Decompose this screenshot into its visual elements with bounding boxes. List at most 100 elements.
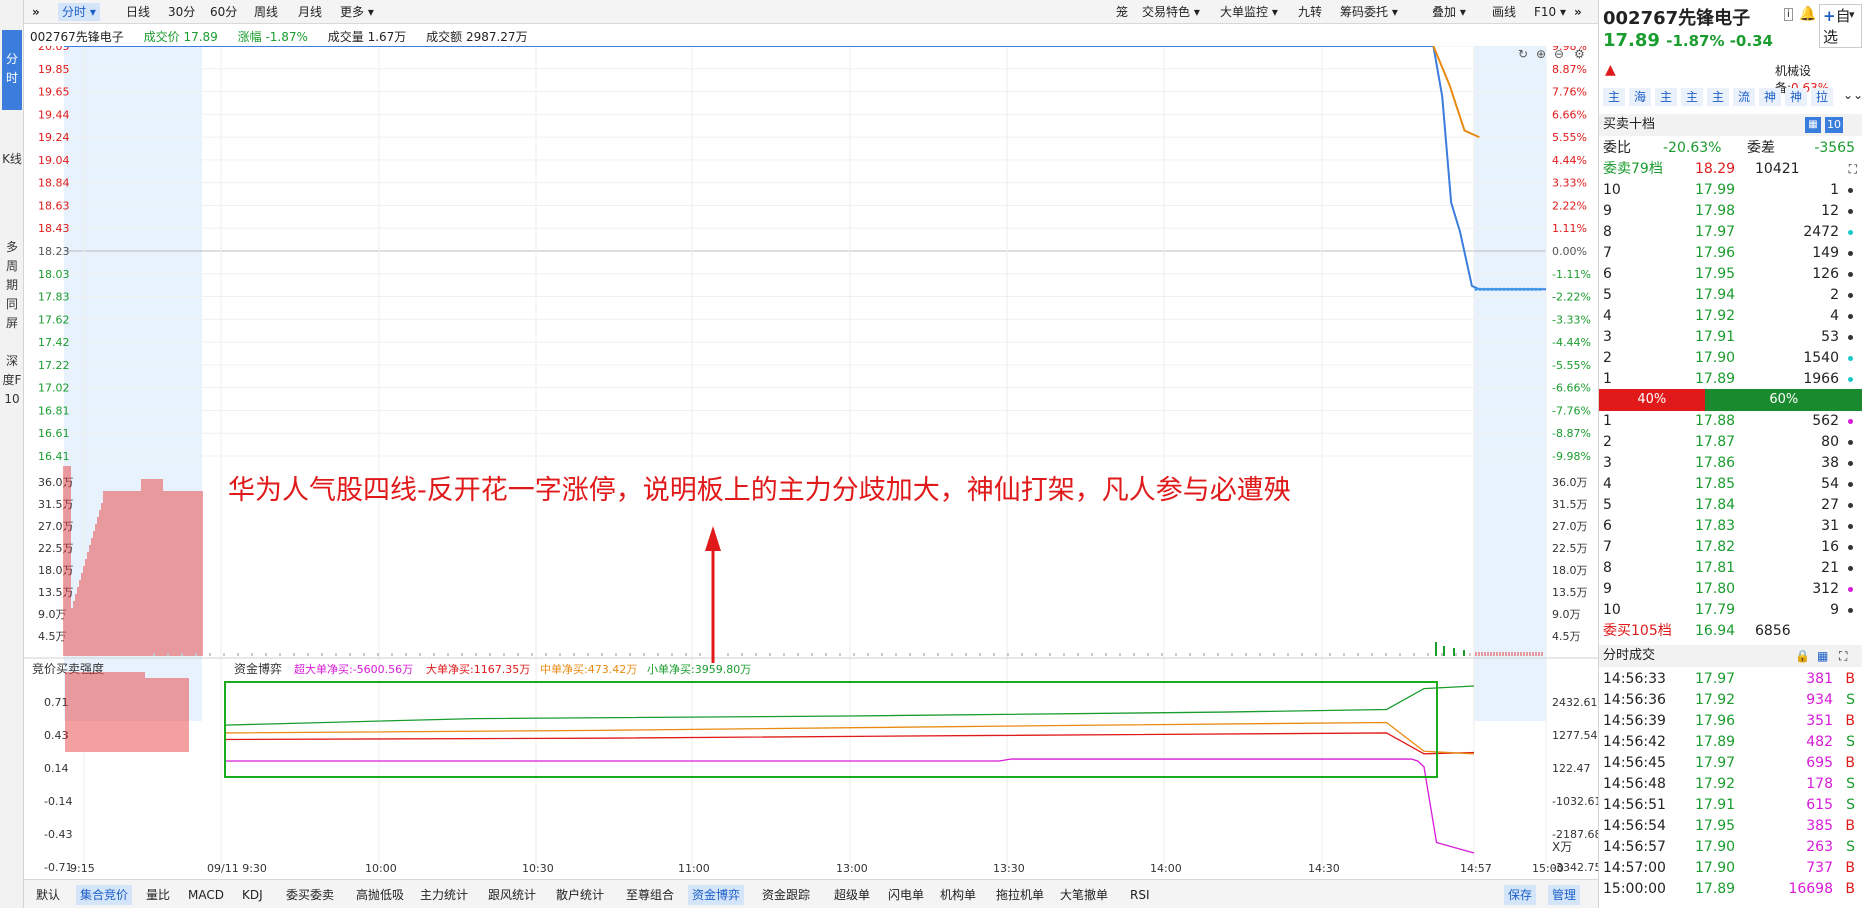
indicator-tab[interactable]: 超级单 (830, 885, 874, 905)
indicator-tab[interactable]: 散户统计 (552, 885, 608, 905)
y-pct-tick-label: -1.11% (1552, 268, 1591, 281)
book-depth-toggle[interactable]: 10 (1825, 117, 1843, 133)
period-intraday[interactable]: 分时 ▾ (58, 3, 100, 21)
vol-tick-label-right: 31.5万 (1552, 498, 1588, 511)
tag-button[interactable]: 神 (1759, 88, 1781, 106)
tool-overlay[interactable]: 叠加 ▾ (1432, 3, 1466, 21)
collapse-tags-icon[interactable]: ⌄⌄ (1843, 88, 1862, 102)
period-daily[interactable]: 日线 (126, 3, 150, 21)
period-60m[interactable]: 60分 (210, 3, 237, 21)
bid-level-row[interactable]: 1 17.88 562 (1599, 411, 1862, 432)
tag-button[interactable]: 神 (1785, 88, 1807, 106)
tool-trading-features[interactable]: 交易特色 ▾ (1142, 3, 1200, 21)
indicator-tab[interactable]: 量比 (142, 885, 174, 905)
ask-level-row[interactable]: 4 17.92 4 (1599, 306, 1862, 327)
book-grid-icon[interactable]: ▦ (1805, 117, 1821, 133)
indicator-tab[interactable]: 至尊组合 (622, 885, 678, 905)
ask-level-row[interactable]: 9 17.98 12 (1599, 201, 1862, 222)
indicator-tab[interactable]: 资金跟踪 (758, 885, 814, 905)
tool-f10[interactable]: F10 ▾ (1534, 3, 1566, 21)
bid-level-row[interactable]: 2 17.87 80 (1599, 432, 1862, 453)
indicator-tab[interactable]: RSI (1126, 885, 1154, 905)
indicator-tab[interactable]: 资金博弈 (688, 885, 745, 905)
indicator-tab[interactable]: 机构单 (936, 885, 980, 905)
tag-button[interactable]: 拉 (1811, 88, 1833, 106)
more-dropdown[interactable]: 更多 ▾ (340, 3, 374, 21)
ask-level-row[interactable]: 2 17.90 1540 (1599, 348, 1862, 369)
indicator-tab[interactable]: 高抛低吸 (352, 885, 408, 905)
indicator-tab[interactable]: 主力统计 (416, 885, 472, 905)
level-dot-icon (1848, 419, 1853, 424)
tool-chip-orders[interactable]: 筹码委托 ▾ (1340, 3, 1398, 21)
panel-dropdown-icon[interactable]: ▾ (1849, 8, 1855, 21)
expand-icon[interactable]: » (1574, 3, 1582, 21)
ask-level-row[interactable]: 1 17.89 1966 (1599, 369, 1862, 390)
level-volume: 126 (1812, 266, 1839, 282)
trade-volume: 615 (1806, 797, 1833, 813)
period-weekly[interactable]: 周线 (254, 3, 278, 21)
manage-button[interactable]: 管理 (1548, 885, 1581, 905)
tool-bigorder-monitor[interactable]: 大单监控 ▾ (1220, 3, 1278, 21)
indicator-tab[interactable]: 默认 (32, 885, 64, 905)
bid-level-row[interactable]: 10 17.79 9 (1599, 600, 1862, 621)
trade-row: 14:56:42 17.89 482 S (1599, 732, 1862, 753)
indicator-tab[interactable]: KDJ (238, 885, 267, 905)
chart-control-icon: ⊖ (1554, 47, 1564, 61)
bid-level-row[interactable]: 4 17.85 54 (1599, 474, 1862, 495)
tab-f10[interactable]: 深度F10 (2, 352, 22, 452)
trades-grid-icon[interactable]: ▦ (1817, 645, 1828, 667)
indicator-tab[interactable]: 跟风统计 (484, 885, 540, 905)
ask-level-row[interactable]: 8 17.97 2472 (1599, 222, 1862, 243)
tab-multi-period[interactable]: 多周期同屏 (2, 238, 22, 338)
bid-level-row[interactable]: 9 17.80 312 (1599, 579, 1862, 600)
ask-level-row[interactable]: 7 17.96 149 (1599, 243, 1862, 264)
y-pct-tick-label: 2.22% (1552, 199, 1587, 212)
indicator-tab[interactable]: 拖拉机单 (992, 885, 1048, 905)
add-watch-button[interactable]: +自选 (1819, 4, 1862, 48)
chart-control-icon: ↻ (1518, 47, 1528, 61)
tool-ninturn[interactable]: 九转 (1298, 3, 1322, 21)
period-monthly[interactable]: 月线 (298, 3, 322, 21)
ask-level-row[interactable]: 3 17.91 53 (1599, 327, 1862, 348)
intraday-chart[interactable]: 20.05 9.98%19.85 8.87%19.65 7.76%19.44 6.66%… (24, 46, 1598, 876)
indicator-tab[interactable]: 委买委卖 (282, 885, 338, 905)
level-price: 17.90 (1695, 350, 1736, 366)
bid-level-row[interactable]: 5 17.84 27 (1599, 495, 1862, 516)
y-pct-tick-label: -6.66% (1552, 382, 1591, 395)
tool-draw[interactable]: 画线 (1492, 3, 1516, 21)
indicator-tab[interactable]: 集合竞价 (76, 885, 133, 905)
lock-icon[interactable]: 🔒 (1795, 645, 1810, 667)
bid-level-row[interactable]: 3 17.86 38 (1599, 453, 1862, 474)
ask-level-row[interactable]: 10 17.99 1 (1599, 180, 1862, 201)
tab-intraday[interactable]: 分时 (2, 30, 22, 110)
bid-level-row[interactable]: 8 17.81 21 (1599, 558, 1862, 579)
trade-volume: 695 (1806, 755, 1833, 771)
tag-button[interactable]: 主 (1707, 88, 1729, 106)
y-pct-tick-label: 6.66% (1552, 108, 1587, 121)
tool-cage[interactable]: 笼 (1116, 3, 1128, 21)
ask-level-row[interactable]: 6 17.95 126 (1599, 264, 1862, 285)
ask-level-row[interactable]: 5 17.94 2 (1599, 285, 1862, 306)
trades-expand-icon[interactable]: ⛶ (1839, 645, 1847, 667)
save-button[interactable]: 保存 (1504, 885, 1537, 905)
bid-level-row[interactable]: 6 17.83 31 (1599, 516, 1862, 537)
bell-icon[interactable]: 🔔 (1799, 6, 1816, 22)
tag-button[interactable]: 流 (1733, 88, 1755, 106)
indicator-tab[interactable]: MACD (184, 885, 228, 905)
tag-button[interactable]: 主 (1603, 88, 1625, 106)
bid-level-row[interactable]: 7 17.82 16 (1599, 537, 1862, 558)
collapse-icon[interactable]: » (32, 3, 40, 21)
indicator-tab[interactable]: 闪电单 (884, 885, 928, 905)
indicator-tab[interactable]: 大笔撤单 (1056, 885, 1112, 905)
period-30m[interactable]: 30分 (168, 3, 195, 21)
tag-button[interactable]: 主 (1655, 88, 1677, 106)
trade-row: 14:56:39 17.96 351 B (1599, 711, 1862, 732)
expand-icon[interactable]: ⛶ (1849, 159, 1857, 180)
trade-row: 14:56:48 17.92 178 S (1599, 774, 1862, 795)
tab-kline[interactable]: K线 (2, 150, 22, 200)
tag-button[interactable]: 海 (1629, 88, 1651, 106)
tag-button[interactable]: 主 (1681, 88, 1703, 106)
trade-volume: 381 (1806, 671, 1833, 687)
info-icon[interactable]: i (1784, 8, 1793, 21)
trades-section-header: 分时成交 🔒 ▦ ⛶ (1599, 645, 1862, 667)
